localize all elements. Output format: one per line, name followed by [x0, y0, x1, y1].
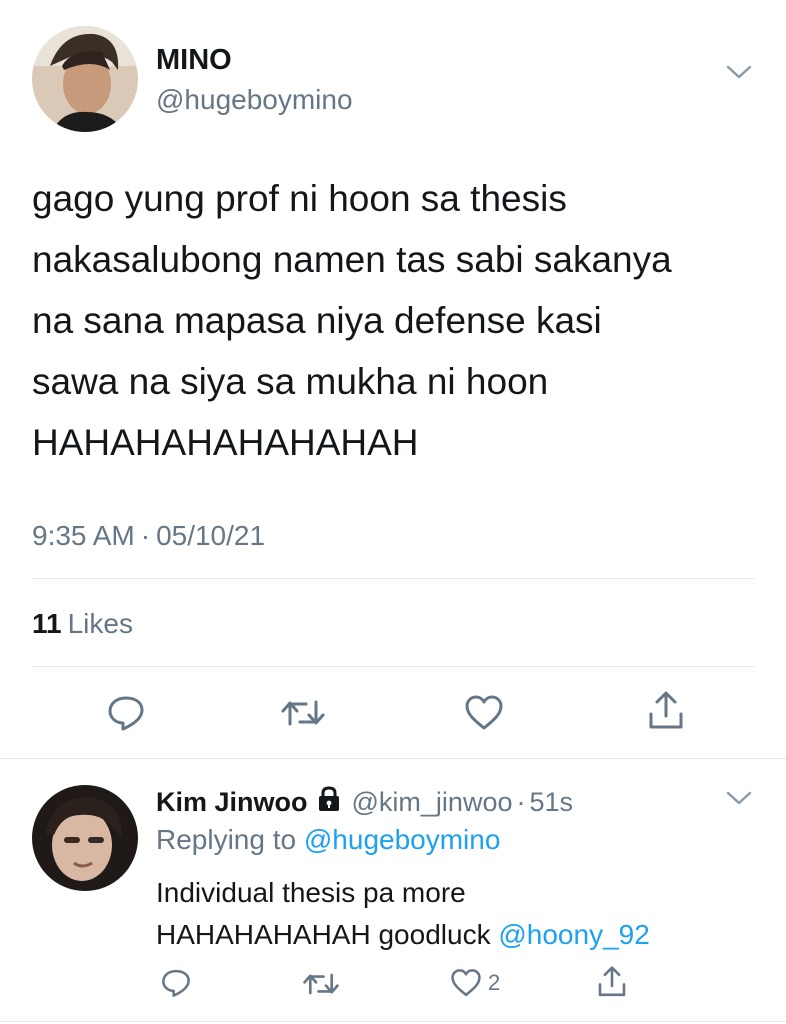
divider	[0, 758, 786, 759]
reply-icon	[108, 696, 144, 731]
author-avatar[interactable]	[32, 26, 138, 132]
tweet-timestamp[interactable]: 9:35 AM · 05/10/21	[32, 520, 265, 552]
reply-like-count: 2	[488, 970, 501, 995]
reply-reply-button[interactable]	[160, 968, 192, 998]
chevron-down-icon[interactable]	[726, 64, 752, 85]
reply-author-handle[interactable]: @kim_jinwoo	[352, 787, 513, 818]
tweet-text-line: gago yung prof ni hoon sa thesis	[32, 178, 567, 219]
divider	[32, 578, 754, 579]
share-icon	[649, 691, 683, 729]
reply-button[interactable]	[106, 694, 146, 732]
tweet-text-line: nakasalubong namen tas sabi sakanya	[32, 239, 672, 280]
heart-icon	[451, 969, 481, 997]
like-button[interactable]	[464, 694, 504, 732]
reply-text: Individual thesis pa more HAHAHAHAHAH go…	[156, 872, 650, 956]
likes-label: Likes	[67, 608, 133, 639]
author-name[interactable]: MINO	[156, 44, 232, 77]
tweet-text-line: HAHAHAHAHAHAHAH	[32, 422, 419, 463]
replying-to-handle[interactable]: @hugeboymino	[304, 824, 501, 855]
reply-author-name[interactable]: Kim Jinwoo	[156, 787, 308, 818]
divider	[32, 666, 754, 667]
tweet-date: 05/10/21	[156, 520, 266, 551]
retweet-icon	[303, 973, 339, 995]
replying-to-label: Replying to	[156, 824, 297, 855]
lock-icon	[316, 786, 342, 819]
reply-text-prefix: HAHAHAHAHAH goodluck	[156, 919, 491, 950]
reply-separator: ·	[516, 787, 526, 817]
tweet-text: gago yung prof ni hoon sa thesis nakasal…	[32, 168, 762, 473]
timestamp-separator: ·	[140, 520, 151, 551]
share-button[interactable]	[646, 690, 686, 732]
heart-icon	[465, 695, 503, 730]
reply-text-line: HAHAHAHAHAH goodluck @hoony_92	[156, 914, 650, 956]
retweet-icon	[281, 700, 325, 726]
replying-to: Replying to @hugeboymino	[156, 824, 500, 856]
likes-summary[interactable]: 11 Likes	[32, 608, 133, 640]
reply-like-button[interactable]: 2	[450, 968, 500, 998]
chevron-down-icon[interactable]	[726, 790, 752, 811]
tweet-time: 9:35 AM	[32, 520, 135, 551]
share-icon	[598, 966, 626, 997]
reply-author-avatar[interactable]	[32, 785, 138, 891]
reply-share-button[interactable]	[596, 965, 628, 999]
reply-icon	[162, 969, 190, 997]
author-handle[interactable]: @hugeboymino	[156, 84, 353, 116]
reply-retweet-button[interactable]	[302, 970, 340, 998]
tweet-text-line: sawa na siya sa mukha ni hoon	[32, 361, 549, 402]
reply-header: Kim Jinwoo @kim_jinwoo · 51s	[156, 786, 573, 819]
tweet-text-line: na sana mapasa niya defense kasi	[32, 300, 602, 341]
likes-count: 11	[32, 608, 62, 639]
retweet-button[interactable]	[280, 696, 326, 730]
reply-time[interactable]: 51s	[529, 787, 573, 818]
mention-link[interactable]: @hoony_92	[498, 919, 649, 950]
reply-text-line: Individual thesis pa more	[156, 877, 466, 908]
divider	[0, 1021, 786, 1022]
